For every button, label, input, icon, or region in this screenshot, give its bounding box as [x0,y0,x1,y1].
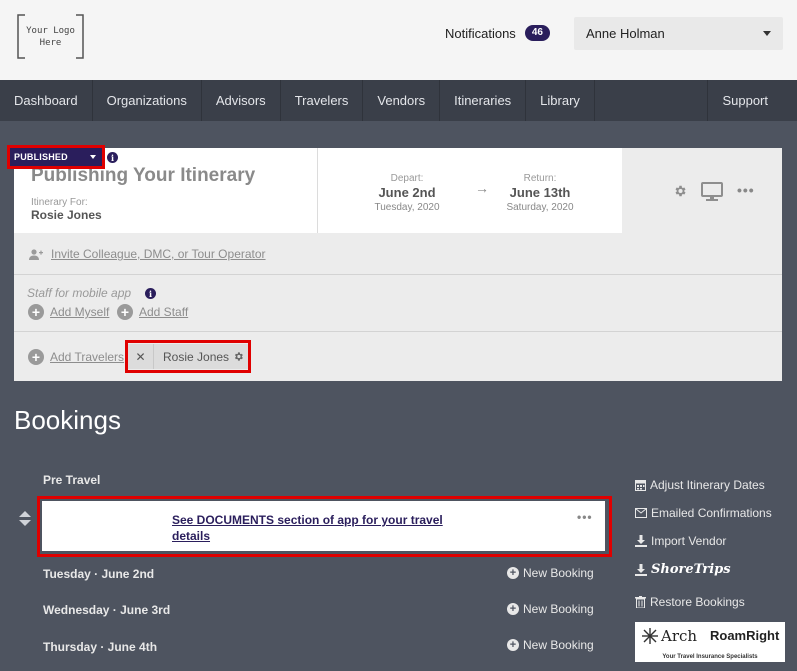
starburst-icon [642,628,658,644]
itinerary-dates: Depart: June 2nd Tuesday, 2020 → Return:… [317,148,622,233]
plus-circle-icon: + [507,603,519,615]
traveler-chip: ✕ Rosie Jones [128,344,248,369]
return-date: June 13th [509,185,571,200]
arch-text: Arch [661,627,698,645]
new-booking-button[interactable]: + New Booking [507,638,594,652]
invite-colleague-link[interactable]: Invite Colleague, DMC, or Tour Operator [51,247,266,261]
main-nav: Dashboard Organizations Advisors Travele… [0,80,797,121]
import-vendor-label: Import Vendor [651,534,727,548]
plus-circle-icon: + [507,567,519,579]
itinerary-card: Publishing Your Itinerary Itinerary For:… [7,145,782,381]
arch-roamright-banner[interactable]: Arch RoamRight Your Travel Insurance Spe… [635,622,785,662]
restore-bookings-label: Restore Bookings [650,595,745,609]
status-dropdown[interactable]: PUBLISHED [9,147,103,167]
partner-tagline: Your Travel Insurance Specialists [662,654,758,660]
more-icon[interactable]: ••• [737,182,755,198]
itinerary-tools: ••• [622,148,782,233]
add-user-icon [29,249,43,260]
nav-item-organizations[interactable]: Organizations [93,80,202,121]
monitor-icon[interactable] [701,182,723,201]
nav-item-support[interactable]: Support [707,80,797,121]
import-vendor-action[interactable]: Import Vendor [635,534,726,548]
top-header: Your Logo Here Notifications 46 Anne Hol… [0,0,797,80]
day-label: Wednesday · June 3rd [43,603,171,617]
return-sub: Saturday, 2020 [506,202,574,213]
traveler-chip-name[interactable]: Rosie Jones [154,350,229,364]
logo-text: Your Logo Here [26,25,75,48]
nav-item-dashboard[interactable]: Dashboard [0,80,93,121]
nav-item-itineraries[interactable]: Itineraries [440,80,527,121]
new-booking-label: New Booking [523,566,594,580]
depart-sub: Tuesday, 2020 [374,202,440,213]
return-label: Return: [523,173,557,184]
user-name: Anne Holman [586,26,665,41]
depart-label: Depart: [390,173,424,184]
new-booking-button[interactable]: + New Booking [507,602,594,616]
shoretrips-action[interactable]: ShoreTrips [635,562,731,577]
caret-down-icon [90,155,96,159]
adjust-dates-action[interactable]: Adjust Itinerary Dates [635,478,765,492]
itinerary-header: Publishing Your Itinerary Itinerary For:… [14,148,782,233]
reorder-icon[interactable] [19,511,31,526]
travelers-row: + Add Travelers ✕ Rosie Jones [14,332,782,381]
envelope-icon [635,508,647,518]
depart-date: June 2nd [378,185,436,200]
notifications-label: Notifications [445,25,516,41]
download-icon [635,535,647,547]
pre-travel-label: Pre Travel [43,473,101,487]
adjust-dates-label: Adjust Itinerary Dates [650,478,765,492]
arch-logo: Arch [641,627,697,645]
notifications-link[interactable]: Notifications 46 [445,22,550,44]
booking-card[interactable]: See DOCUMENTS section of app for your tr… [42,501,605,551]
bookings-title: Bookings [14,405,121,435]
notifications-count-badge: 46 [524,25,550,41]
gear-icon[interactable] [233,351,244,362]
day-label: Tuesday · June 2nd [43,567,155,581]
booking-documents-link[interactable]: See DOCUMENTS section of app for your tr… [172,512,462,544]
nav-item-travelers[interactable]: Travelers [281,80,364,121]
add-staff-link: Add Staff [139,305,189,319]
caret-down-icon [763,31,771,36]
add-travelers-link: Add Travelers [50,350,125,364]
add-travelers-button[interactable]: + Add Travelers [28,349,124,365]
add-myself-button[interactable]: + Add Myself [28,304,109,320]
status-label: PUBLISHED [14,152,68,162]
download-icon [635,563,647,576]
plus-circle-icon: + [28,349,44,365]
add-myself-link: Add Myself [50,305,110,319]
plus-circle-icon: + [507,639,519,651]
close-icon[interactable]: ✕ [128,344,154,369]
more-icon[interactable]: ••• [577,510,593,524]
staff-row: Staff for mobile app i + Add Myself + Ad… [14,275,782,332]
new-booking-label: New Booking [523,602,594,616]
restore-bookings-action[interactable]: Restore Bookings [635,595,745,609]
roamright-logo: RoamRight [710,628,780,643]
new-booking-button[interactable]: + New Booking [507,566,594,580]
info-icon[interactable]: i [107,152,118,163]
new-booking-label: New Booking [523,638,594,652]
depart-date-block[interactable]: Depart: June 2nd Tuesday, 2020 [352,173,462,213]
invite-row: Invite Colleague, DMC, or Tour Operator [14,233,782,275]
itinerary-title[interactable]: Publishing Your Itinerary [31,165,255,187]
nav-item-advisors[interactable]: Advisors [202,80,281,121]
logo[interactable]: Your Logo Here [16,14,85,59]
plus-circle-icon: + [28,304,44,320]
day-label: Thursday · June 4th [43,640,158,654]
gear-icon[interactable] [673,184,687,198]
itinerary-for-label: Itinerary For: [31,197,88,208]
emailed-confirmations-action[interactable]: Emailed Confirmations [635,506,772,520]
shoretrips-logo: ShoreTrips [651,562,731,577]
nav-item-vendors[interactable]: Vendors [363,80,441,121]
emailed-confirmations-label: Emailed Confirmations [651,506,772,520]
plus-circle-icon: + [117,304,133,320]
nav-item-library[interactable]: Library [526,80,595,121]
user-menu-dropdown[interactable]: Anne Holman [574,17,783,50]
info-icon[interactable]: i [145,288,156,299]
add-staff-button[interactable]: + Add Staff [117,304,188,320]
staff-label: Staff for mobile app [27,286,132,300]
return-date-block[interactable]: Return: June 13th Saturday, 2020 [485,173,595,213]
itinerary-for-name: Rosie Jones [31,208,102,222]
trash-icon [635,596,646,608]
calendar-icon [635,480,646,491]
